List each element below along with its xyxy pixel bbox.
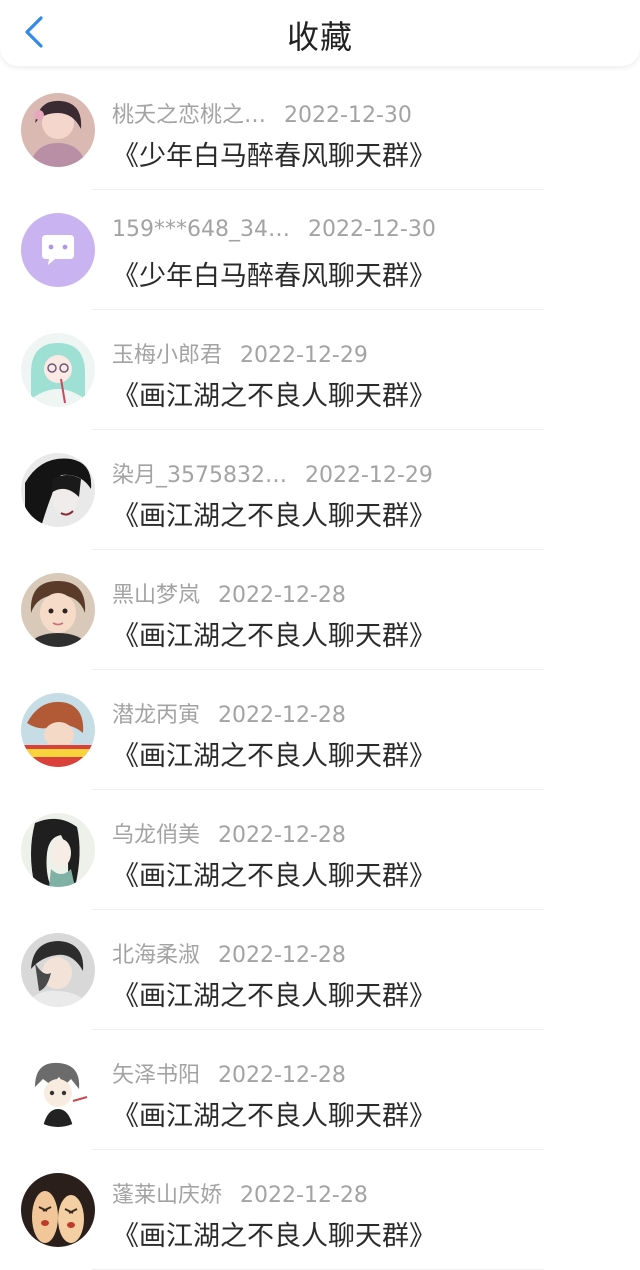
avatar[interactable] [21, 1173, 95, 1247]
item-meta: 乌龙俏美 2022-12-28 [112, 817, 346, 849]
favorite-date: 2022-12-28 [218, 823, 346, 848]
user-name: 玉梅小郎君 [112, 343, 223, 368]
avatar[interactable] [21, 573, 95, 647]
group-name: 《画江湖之不良人聊天群》 [112, 1101, 436, 1132]
user-name: 蓬莱山庆娇 [112, 1183, 223, 1208]
avatar[interactable] [21, 453, 95, 527]
avatar[interactable] [21, 1053, 95, 1127]
favorite-date: 2022-12-28 [218, 703, 346, 728]
list-item[interactable]: 乌龙俏美 2022-12-28 《画江湖之不良人聊天群》 [0, 790, 640, 910]
favorite-date: 2022-12-29 [304, 463, 433, 488]
favorite-date: 2022-12-28 [218, 943, 346, 968]
favorite-date: 2022-12-30 [307, 217, 436, 242]
user-name: 染月_3575832… [112, 463, 287, 488]
item-meta: 矢泽书阳 2022-12-28 [112, 1057, 346, 1089]
group-name: 《画江湖之不良人聊天群》 [112, 981, 436, 1012]
item-meta: 玉梅小郎君 2022-12-29 [112, 337, 368, 369]
user-name: 北海柔淑 [112, 943, 201, 968]
list-item[interactable]: 染月_3575832… 2022-12-29 《画江湖之不良人聊天群》 [0, 430, 640, 550]
item-meta: 蓬莱山庆娇 2022-12-28 [112, 1177, 368, 1209]
group-name: 《少年白马醉春风聊天群》 [112, 141, 436, 172]
list-item[interactable]: 蓬莱山庆娇 2022-12-28 《画江湖之不良人聊天群》 [0, 1150, 640, 1270]
group-name: 《画江湖之不良人聊天群》 [112, 741, 436, 772]
list-item[interactable]: 159***648_34… 2022-12-30 《少年白马醉春风聊天群》 [0, 190, 640, 310]
group-name: 《画江湖之不良人聊天群》 [112, 381, 436, 412]
group-name: 《画江湖之不良人聊天群》 [112, 621, 436, 652]
list-item[interactable]: 桃夭之恋桃之… 2022-12-30 《少年白马醉春风聊天群》 [0, 70, 640, 190]
favorite-date: 2022-12-29 [240, 343, 368, 368]
item-meta: 159***648_34… 2022-12-30 [112, 217, 436, 242]
favorite-date: 2022-12-30 [284, 103, 412, 128]
item-meta: 潜龙丙寅 2022-12-28 [112, 697, 346, 729]
favorite-date: 2022-12-28 [218, 583, 346, 608]
user-name: 桃夭之恋桃之… [112, 103, 267, 128]
avatar[interactable] [21, 693, 95, 767]
item-meta: 染月_3575832… 2022-12-29 [112, 457, 433, 489]
user-name: 潜龙丙寅 [112, 703, 201, 728]
list-item[interactable]: 矢泽书阳 2022-12-28 《画江湖之不良人聊天群》 [0, 1030, 640, 1150]
avatar[interactable] [21, 333, 95, 407]
list-item[interactable]: 北海柔淑 2022-12-28 《画江湖之不良人聊天群》 [0, 910, 640, 1030]
list-item[interactable]: 黑山梦岚 2022-12-28 《画江湖之不良人聊天群》 [0, 550, 640, 670]
page-title: 收藏 [286, 18, 353, 56]
group-name: 《画江湖之不良人聊天群》 [112, 861, 436, 892]
item-meta: 北海柔淑 2022-12-28 [112, 937, 346, 969]
user-name: 159***648_34… [112, 217, 290, 242]
item-meta: 黑山梦岚 2022-12-28 [112, 577, 346, 609]
list-item[interactable]: 潜龙丙寅 2022-12-28 《画江湖之不良人聊天群》 [0, 670, 640, 790]
avatar[interactable] [21, 213, 95, 287]
avatar[interactable] [21, 93, 95, 167]
favorite-date: 2022-12-28 [218, 1063, 346, 1088]
group-name: 《画江湖之不良人聊天群》 [112, 501, 436, 532]
user-name: 黑山梦岚 [112, 583, 201, 608]
top-bar: 收藏 [0, 0, 640, 66]
group-name: 《少年白马醉春风聊天群》 [112, 261, 436, 292]
item-meta: 桃夭之恋桃之… 2022-12-30 [112, 97, 412, 129]
avatar[interactable] [21, 813, 95, 887]
list-item[interactable]: 玉梅小郎君 2022-12-29 《画江湖之不良人聊天群》 [0, 310, 640, 430]
favorite-date: 2022-12-28 [240, 1183, 368, 1208]
favorites-list: 桃夭之恋桃之… 2022-12-30 《少年白马醉春风聊天群》 159***648… [0, 70, 640, 1270]
user-name: 乌龙俏美 [112, 823, 201, 848]
avatar[interactable] [21, 933, 95, 1007]
user-name: 矢泽书阳 [112, 1063, 201, 1088]
